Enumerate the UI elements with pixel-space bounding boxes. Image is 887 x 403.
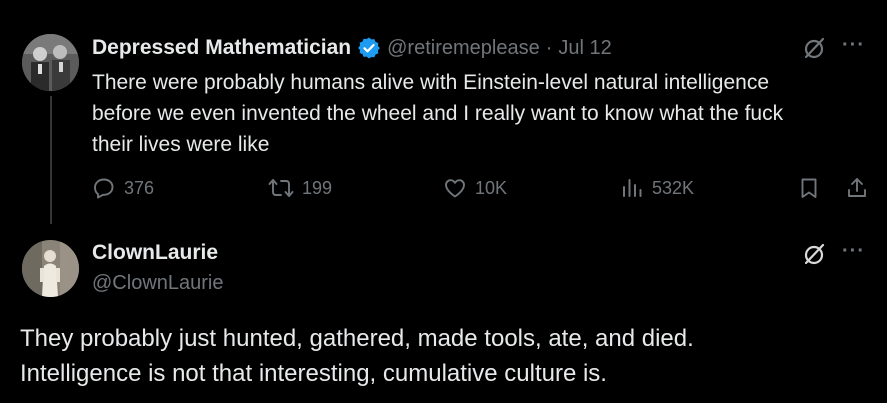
retweet-icon xyxy=(268,176,294,200)
tweet-header: Depressed Mathematician @retiremeplease … xyxy=(92,34,612,62)
analytics-icon xyxy=(620,176,644,200)
reply-author-name[interactable]: ClownLaurie xyxy=(92,241,218,265)
reply-more-options-icon[interactable]: ··· xyxy=(842,240,865,263)
header-separator: · xyxy=(545,36,553,59)
tweet-text: There were probably humans alive with Ei… xyxy=(92,67,872,160)
reply-text-line: Intelligence is not that interesting, cu… xyxy=(20,360,607,387)
tweet-text-line: There were probably humans alive with Ei… xyxy=(92,71,770,94)
reply-author-avatar[interactable] xyxy=(22,240,79,297)
reply-author-handle[interactable]: @ClownLaurie xyxy=(92,272,223,295)
views-count: 532K xyxy=(652,177,695,198)
author-avatar[interactable] xyxy=(22,34,79,91)
tweet-date[interactable]: Jul 12 xyxy=(558,37,611,60)
grok-icon[interactable] xyxy=(801,35,827,61)
reply-button[interactable]: 376 xyxy=(92,176,154,200)
views-button[interactable]: 532K xyxy=(620,176,694,200)
avatar-photo xyxy=(22,34,79,91)
reply-avatar-photo xyxy=(22,240,79,297)
like-count: 10K xyxy=(475,177,508,198)
retweet-count: 199 xyxy=(302,177,333,198)
reply-grok-icon[interactable] xyxy=(801,241,827,267)
author-name[interactable]: Depressed Mathematician xyxy=(92,36,351,60)
tweet-text-line: before we even invented the wheel and I … xyxy=(92,102,784,125)
heart-icon xyxy=(443,176,467,200)
verified-badge-icon xyxy=(357,36,381,60)
reply-icon xyxy=(92,176,116,200)
like-button[interactable]: 10K xyxy=(443,176,507,200)
tweet-text-line: their lives were like xyxy=(92,133,270,156)
reply-text-line: They probably just hunted, gathered, mad… xyxy=(20,325,694,352)
more-options-icon[interactable]: ··· xyxy=(842,34,865,57)
retweet-button[interactable]: 199 xyxy=(268,176,332,200)
reply-count: 376 xyxy=(124,177,155,198)
thread-connector-line xyxy=(50,96,52,224)
share-icon[interactable] xyxy=(845,176,869,200)
bookmark-icon[interactable] xyxy=(797,176,821,200)
author-handle[interactable]: @retiremeplease xyxy=(387,37,540,60)
reply-text: They probably just hunted, gathered, mad… xyxy=(20,321,880,391)
